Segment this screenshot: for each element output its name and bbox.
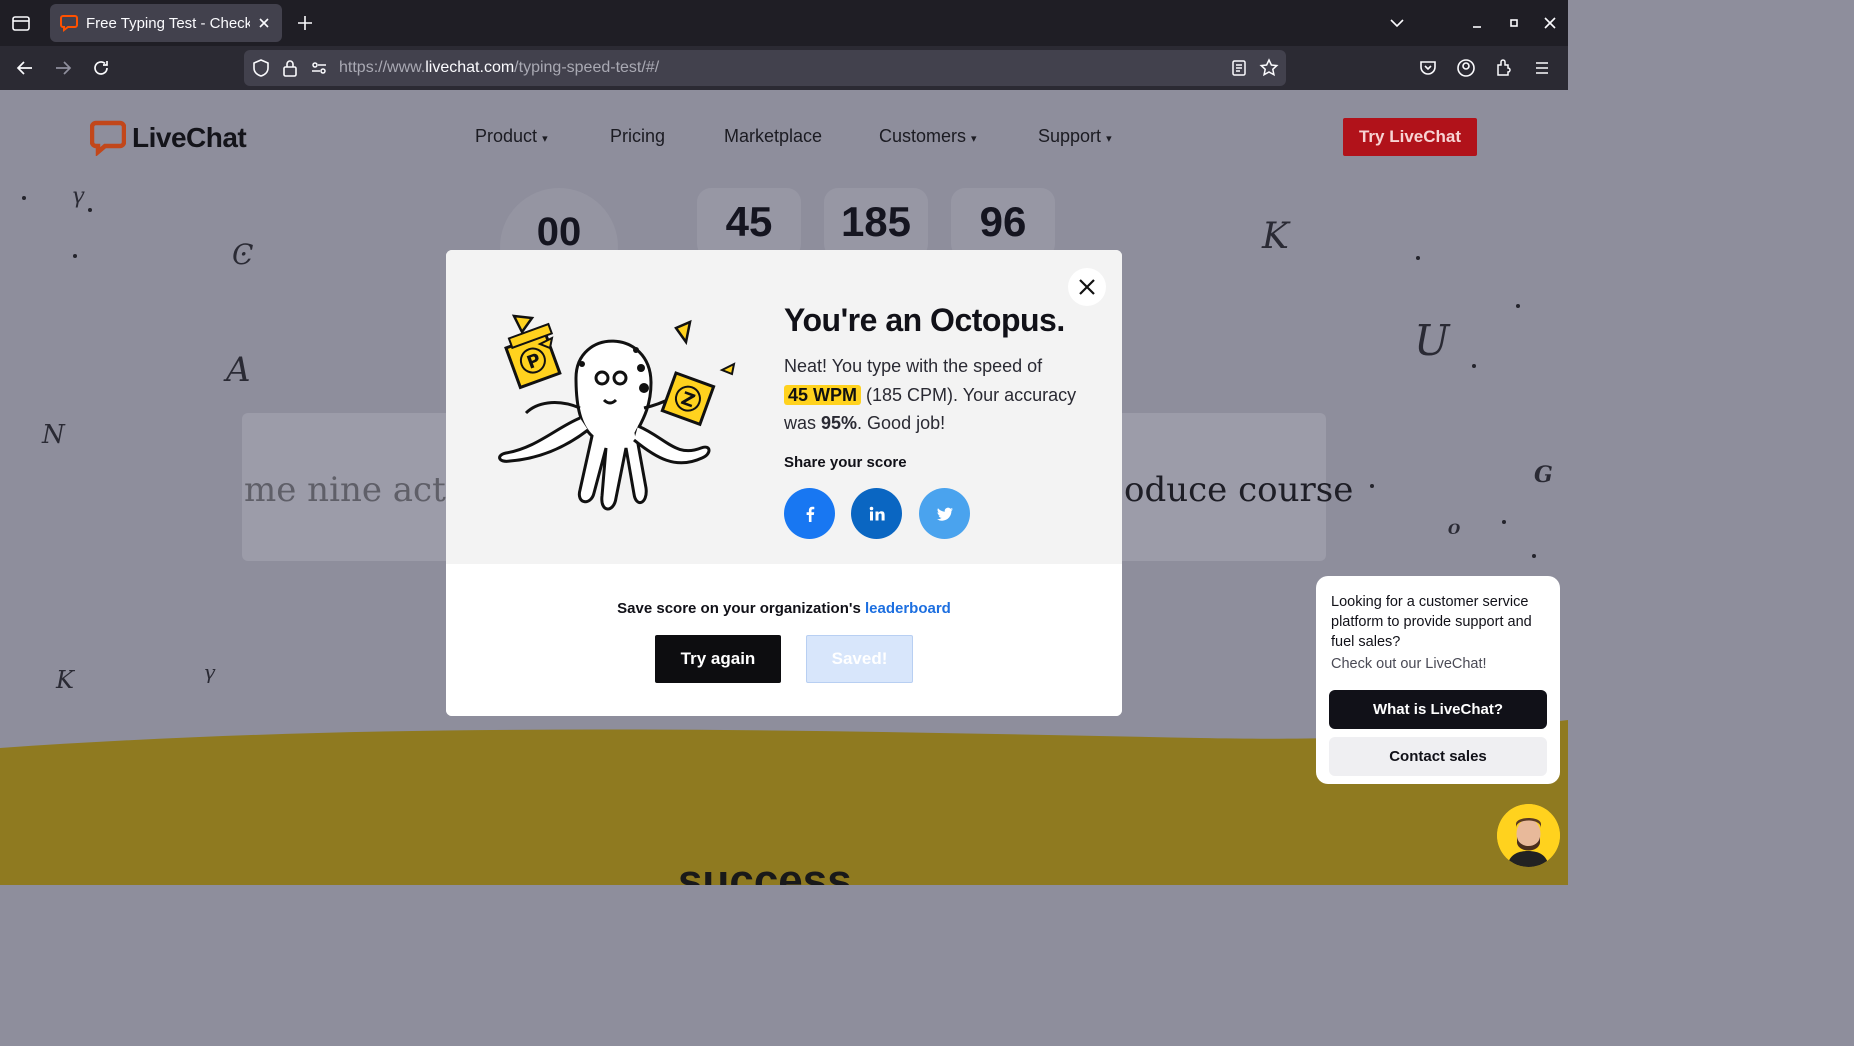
try-livechat-button[interactable]: Try LiveChat <box>1343 118 1477 156</box>
upcoming-text: oduce course <box>1124 470 1354 510</box>
leaderboard-link[interactable]: leaderboard <box>865 600 951 617</box>
browser-tab-active[interactable]: Free Typing Test - Check <box>50 4 282 42</box>
floating-letter: K <box>56 666 74 694</box>
stat-cpm: 185 <box>824 188 928 258</box>
result-title: You're an Octopus. <box>784 302 1065 338</box>
close-modal-button[interactable] <box>1068 268 1106 306</box>
decor-dot <box>1516 304 1520 308</box>
decor-dot <box>1502 520 1506 524</box>
share-twitter-button[interactable] <box>919 488 970 539</box>
floating-letter: ү <box>72 184 85 209</box>
save-score-text: Save score on your organization's leader… <box>617 600 951 617</box>
window-close-icon[interactable] <box>1539 12 1561 34</box>
linkedin-icon <box>869 506 885 520</box>
result-modal: P Z You're an Octopus. Neat! You type wi… <box>446 250 1122 716</box>
maximize-icon[interactable] <box>1503 12 1525 34</box>
floating-letter: ү <box>204 660 216 684</box>
nav-customers[interactable]: Customers ▾ <box>879 126 977 147</box>
livechat-logo-icon <box>90 120 126 156</box>
decor-dot <box>22 196 26 200</box>
nav-pricing[interactable]: Pricing <box>610 126 665 147</box>
page-content: LiveChat Product ▾ Pricing Marketplace C… <box>0 90 1568 885</box>
url-text: https://www.livechat.com/typing-speed-te… <box>339 59 660 76</box>
share-label: Share your score <box>784 454 907 471</box>
share-facebook-button[interactable] <box>784 488 835 539</box>
nav-support[interactable]: Support ▾ <box>1038 126 1112 147</box>
stat-accuracy: 96 <box>951 188 1055 258</box>
browser-tab-bar: Free Typing Test - Check <box>0 0 1568 46</box>
try-again-button[interactable]: Try again <box>655 635 781 683</box>
browser-nav-bar: https://www.livechat.com/typing-speed-te… <box>0 46 1568 90</box>
decor-dot <box>73 254 77 258</box>
decor-dot <box>1370 484 1374 488</box>
twitter-icon <box>936 507 953 521</box>
nav-product[interactable]: Product ▾ <box>475 126 548 147</box>
decor-dot <box>1532 554 1536 558</box>
floating-letter: U <box>1414 316 1450 365</box>
share-linkedin-button[interactable] <box>851 488 902 539</box>
agent-avatar-icon <box>1497 804 1560 867</box>
chat-agent-avatar[interactable] <box>1497 804 1560 867</box>
floating-letter: A <box>226 350 251 390</box>
tab-title: Free Typing Test - Check <box>86 14 250 32</box>
site-header: LiveChat Product ▾ Pricing Marketplace C… <box>0 90 1568 185</box>
chat-question: Looking for a customer service platform … <box>1331 594 1532 650</box>
back-icon[interactable] <box>14 57 36 79</box>
url-bar[interactable]: https://www.livechat.com/typing-speed-te… <box>244 50 1286 86</box>
extensions-icon[interactable] <box>1493 57 1515 79</box>
result-description: Neat! You type with the speed of 45 WPM (… <box>784 356 1077 433</box>
lock-icon[interactable] <box>279 57 301 79</box>
section-heading: success <box>678 856 852 885</box>
floating-letter: Ͼ <box>232 238 254 271</box>
new-tab-icon[interactable] <box>294 12 316 34</box>
decor-dot <box>88 208 92 212</box>
stat-wpm: 45 <box>697 188 801 258</box>
shield-icon[interactable] <box>250 57 272 79</box>
saved-button[interactable]: Saved! <box>806 635 913 683</box>
facebook-icon <box>806 506 814 522</box>
wpm-badge: 45 WPM <box>784 384 862 405</box>
minimize-icon[interactable] <box>1466 12 1488 34</box>
decor-dot <box>1416 256 1420 260</box>
octopus-illustration: P Z <box>498 314 736 511</box>
floating-letter: O <box>1448 522 1461 538</box>
what-is-livechat-button[interactable]: What is LiveChat? <box>1329 690 1547 729</box>
accuracy-value: 95% <box>821 413 858 433</box>
livechat-favicon-icon <box>60 15 78 32</box>
tab-close-icon[interactable] <box>256 15 272 31</box>
reader-view-icon[interactable] <box>1228 57 1250 79</box>
bookmark-star-icon[interactable] <box>1258 57 1280 79</box>
floating-letter: G <box>1534 462 1553 488</box>
close-icon <box>1079 279 1095 295</box>
floating-letter: N <box>42 420 65 450</box>
livechat-logo[interactable]: LiveChat <box>90 120 247 156</box>
pocket-icon[interactable] <box>1417 57 1439 79</box>
decor-dot <box>1472 364 1476 368</box>
chat-invitation-card: Looking for a customer service platform … <box>1316 576 1560 784</box>
typed-text: me nine act t <box>244 470 471 510</box>
forward-icon[interactable] <box>52 57 74 79</box>
nav-marketplace[interactable]: Marketplace <box>724 126 822 147</box>
list-all-tabs-icon[interactable] <box>1386 12 1408 34</box>
account-icon[interactable] <box>1455 57 1477 79</box>
modal-save-panel: Save score on your organization's leader… <box>446 564 1122 716</box>
modal-result-panel: P Z You're an Octopus. Neat! You type wi… <box>446 250 1122 564</box>
permissions-icon[interactable] <box>308 57 330 79</box>
chat-subtext: Check out our LiveChat! <box>1331 656 1487 672</box>
hamburger-menu-icon[interactable] <box>1531 57 1553 79</box>
tab-list-icon[interactable] <box>10 12 32 34</box>
logo-text: LiveChat <box>132 122 247 153</box>
reload-icon[interactable] <box>90 57 112 79</box>
contact-sales-button[interactable]: Contact sales <box>1329 737 1547 776</box>
floating-letter: K <box>1262 216 1289 257</box>
